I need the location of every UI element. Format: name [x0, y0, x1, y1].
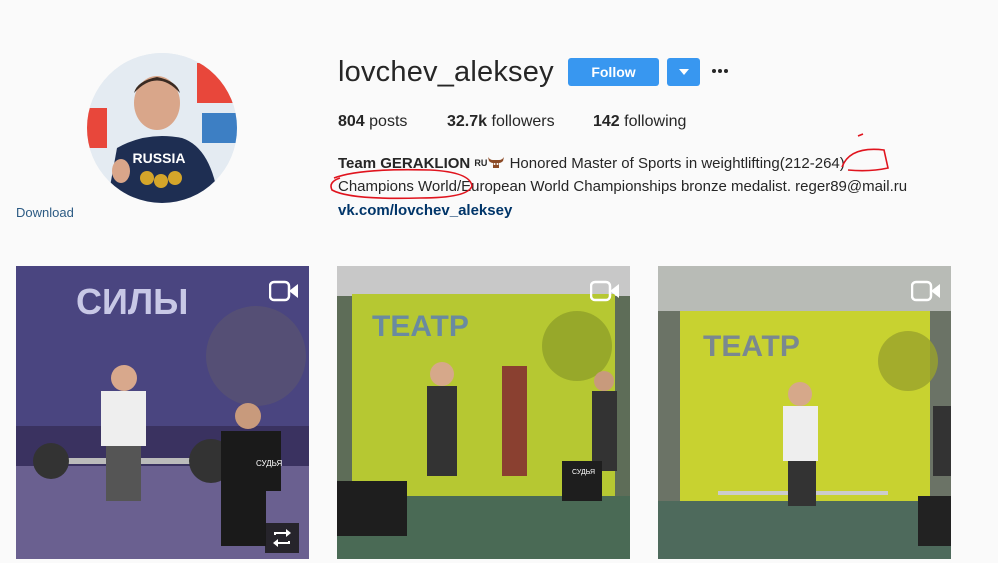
post-thumbnail[interactable]: ТЕАТР: [658, 266, 951, 559]
follow-button[interactable]: Follow: [568, 58, 659, 86]
bio-external-link[interactable]: vk.com/lovchev_aleksey: [338, 202, 512, 219]
repost-icon: [265, 523, 299, 553]
posts-count: 804: [338, 113, 365, 130]
profile-avatar[interactable]: RUSSIA: [87, 53, 237, 203]
post-thumbnail[interactable]: ТЕАТР СУДЬЯ: [337, 266, 630, 559]
download-link[interactable]: Download: [16, 205, 74, 220]
posts-stat: 804 posts: [338, 113, 407, 131]
following-label: following: [624, 113, 687, 130]
avatar-shirt-text: RUSSIA: [133, 150, 186, 166]
bio-line-1: Team GERAKLION RU Honored Master of Spor…: [338, 154, 845, 172]
followers-stat[interactable]: 32.7k followers: [447, 113, 555, 131]
bio-name: Team GERAKLION: [338, 155, 471, 172]
following-count: 142: [593, 113, 620, 130]
post-shirt-text: СУДЬЯ: [572, 469, 595, 476]
post-banner-text: СИЛЫ: [76, 281, 188, 322]
video-camera-icon: [590, 280, 619, 302]
bio-text-1: Honored Master of Sports in weightliftin…: [505, 155, 845, 172]
flag-ru-badge: RU: [474, 158, 488, 168]
post-banner-text: ТЕАТР: [703, 330, 800, 363]
more-dots-icon: [712, 69, 728, 73]
profile-username: lovchev_aleksey: [338, 56, 554, 88]
post-banner-text: ТЕАТР: [372, 310, 469, 343]
bio-line-2: Champions World/European World Champions…: [338, 178, 908, 195]
post-shirt-text: СУДЬЯ: [256, 459, 283, 468]
bull-emoji-icon: [488, 157, 505, 168]
followers-count: 32.7k: [447, 113, 488, 130]
followers-label: followers: [491, 113, 555, 130]
following-stat[interactable]: 142 following: [593, 113, 686, 131]
more-options-button[interactable]: [709, 60, 731, 82]
suggestions-dropdown-button[interactable]: [667, 58, 700, 86]
video-camera-icon: [911, 280, 940, 302]
video-camera-icon: [269, 280, 298, 302]
posts-label: posts: [369, 113, 408, 130]
post-thumbnail[interactable]: СИЛЫ СУДЬЯ: [16, 266, 309, 559]
chevron-down-icon: [678, 69, 689, 75]
